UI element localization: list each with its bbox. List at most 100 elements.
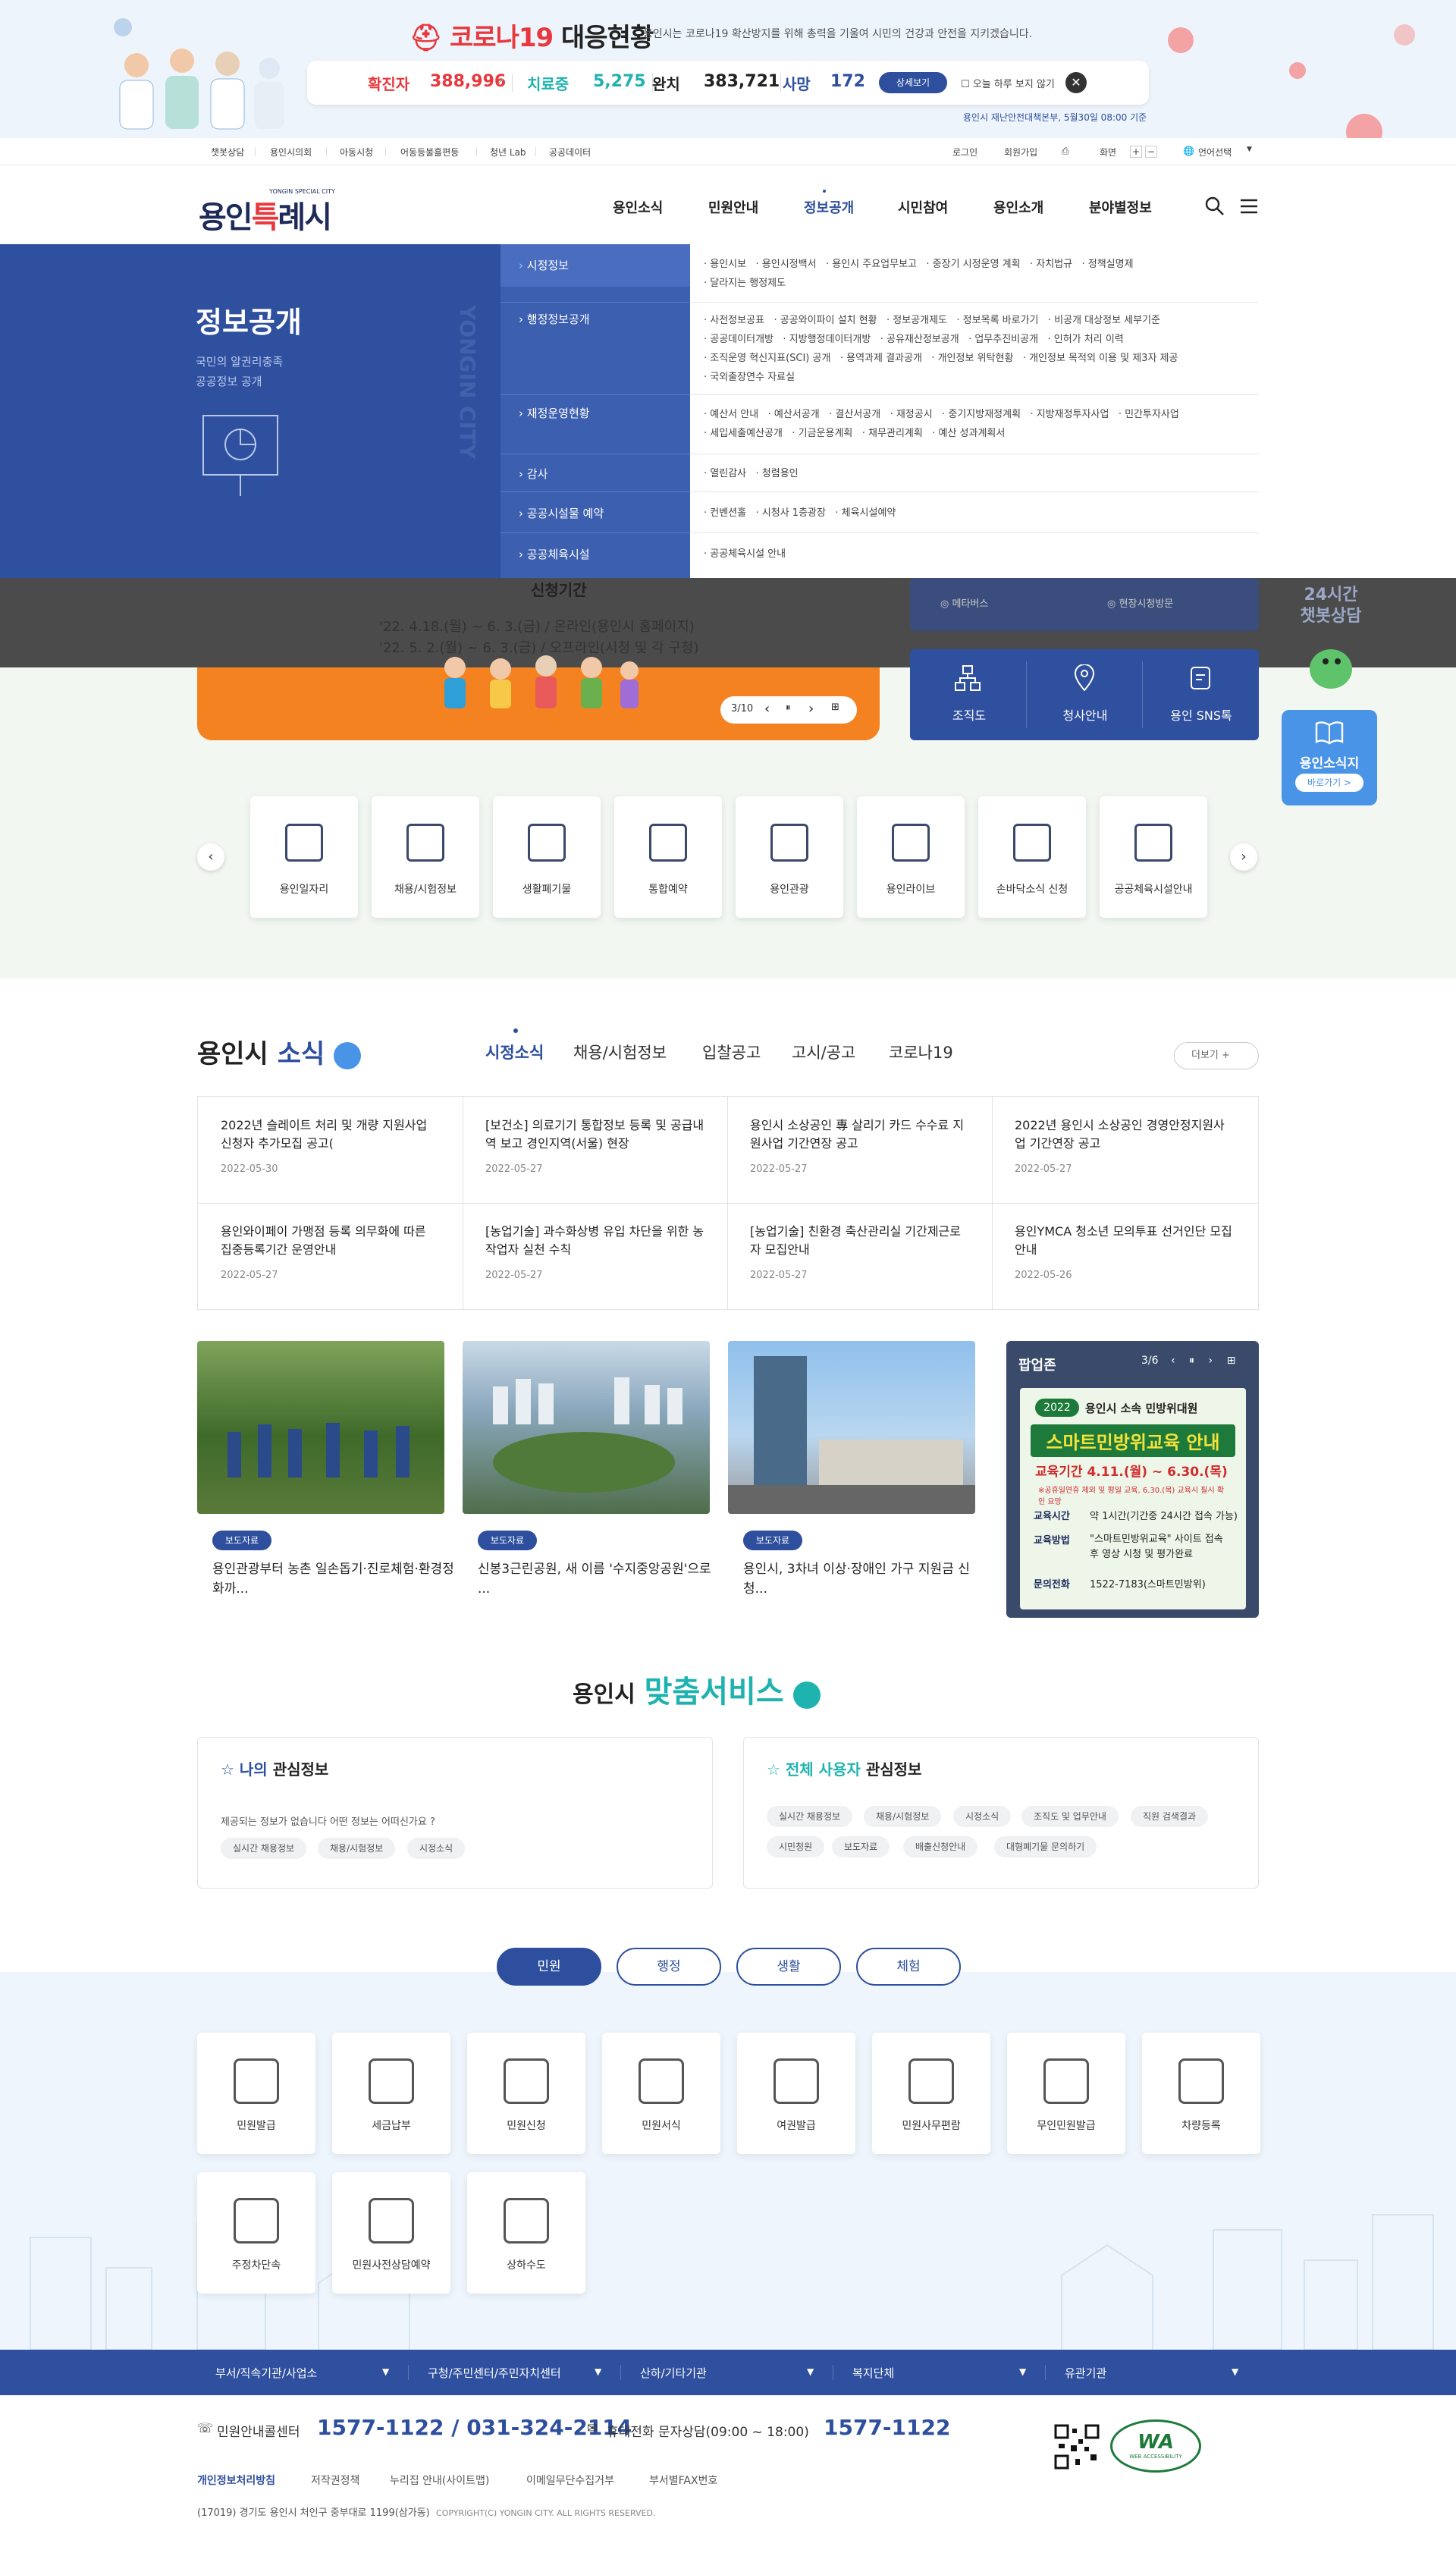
pause-icon[interactable]: ⏸ — [1189, 1355, 1194, 1367]
mega-item[interactable]: · 예산 성과계획서 — [932, 428, 1005, 439]
mega-item[interactable]: · 예산서 안내 — [704, 409, 758, 420]
service-item[interactable]: 민원사무편람 — [872, 2033, 990, 2154]
mega-item[interactable]: · 용역과제 결과공개 — [840, 353, 922, 364]
privacy-policy-link[interactable]: 개인정보처리방침 — [197, 2473, 275, 2488]
zoom-in-button[interactable]: + — [1130, 146, 1142, 158]
mega-cat-audit[interactable]: › 감사 — [500, 466, 690, 482]
mega-item[interactable]: · 청렴용인 — [756, 468, 799, 479]
mega-item[interactable]: · 비공개 대상정보 세부기준 — [1048, 315, 1160, 326]
all-view-icon[interactable]: ⊞ — [1227, 1355, 1236, 1367]
news-item[interactable]: 2022년 용인시 소상공인 경영안정지원사업 기간연장 공고 2022-05-2… — [992, 1097, 1258, 1204]
photo-caption[interactable]: 용인관광부터 농촌 일손돕기·진로체험·환경정화까... — [212, 1559, 460, 1599]
topbar-link-youth[interactable]: 청년 Lab — [490, 146, 526, 159]
service-card-sports[interactable]: 공공체육시설안내 — [1100, 796, 1207, 918]
interest-tag[interactable]: 시정소식 — [953, 1806, 1012, 1827]
news-tab-city[interactable]: 시정소식 — [485, 1041, 544, 1063]
chatbot-widget[interactable]: 24시간 챗봇상담 — [1289, 578, 1373, 692]
nav-about[interactable]: 용인소개 — [993, 197, 1043, 217]
mega-cat-admin-info[interactable]: › 행정정보공개 — [500, 311, 690, 327]
all-view-icon[interactable]: ⊞ — [831, 702, 839, 713]
mega-item[interactable]: · 공공와이파이 설치 현황 — [774, 315, 877, 326]
service-card-recruit[interactable]: 채용/시험정보 — [372, 796, 479, 918]
interest-tag[interactable]: 대형폐기물 문의하기 — [994, 1836, 1097, 1857]
mega-item[interactable]: · 컨벤션홀 — [704, 507, 746, 519]
news-tab-covid[interactable]: 코로나19 — [889, 1041, 953, 1063]
search-icon[interactable] — [1204, 196, 1225, 217]
topbar-link-chatbot[interactable]: 챗봇상담 — [211, 146, 244, 159]
metaverse-link[interactable]: ◎ 메타버스 — [940, 595, 988, 610]
photo-thumbnail[interactable] — [728, 1341, 975, 1514]
language-select[interactable]: 언어선택 — [1198, 146, 1232, 159]
service-card-waste[interactable]: 생활폐기물 — [493, 796, 601, 918]
service-item[interactable]: 차량등록 — [1142, 2033, 1260, 2154]
mega-item[interactable]: · 용인시 주요업무보고 — [826, 259, 917, 270]
topbar-link-equality[interactable]: 어동등불흘편등 — [400, 146, 459, 159]
mega-item[interactable]: · 기금운용계획 — [792, 428, 852, 439]
pause-icon[interactable]: ⏸ — [786, 702, 791, 714]
mega-item[interactable]: · 정보목록 바로가기 — [956, 315, 1038, 326]
detail-button[interactable]: 상세보기 — [879, 72, 947, 93]
next-arrow-button[interactable]: › — [1230, 843, 1257, 871]
news-more-button[interactable]: 더보기 + — [1174, 1042, 1259, 1069]
news-item[interactable]: 용인시 소상공인 專 살리기 카드 수수료 지원사업 기간연장 공고 2022-0… — [727, 1097, 993, 1204]
mega-item[interactable]: · 시청사 1층광장 — [756, 507, 826, 519]
mega-item[interactable]: · 개인정보 목적외 이용 및 제3자 제공 — [1023, 353, 1178, 364]
quick-link-sns[interactable]: 용인 SNS톡 — [1144, 705, 1258, 724]
login-link[interactable]: 로그인 — [952, 146, 977, 159]
service-item[interactable]: 민원사전상담예약 — [332, 2172, 450, 2294]
print-icon[interactable]: ⎙ — [1062, 146, 1069, 157]
mega-item[interactable]: · 지방행정데이터개방 — [783, 334, 871, 345]
news-tab-recruit[interactable]: 채용/시험정보 — [573, 1041, 667, 1063]
mega-item[interactable]: · 예산서공개 — [768, 409, 820, 420]
mega-item[interactable]: · 인허가 처리 이력 — [1047, 334, 1123, 345]
news-tab-notice[interactable]: 고시/공고 — [792, 1041, 855, 1063]
interest-tag[interactable]: 채용/시험정보 — [318, 1838, 396, 1859]
interest-tag[interactable]: 조직도 및 업무안내 — [1021, 1806, 1119, 1827]
mega-cat-reservation[interactable]: › 공공시설물 예약 — [500, 505, 690, 521]
nav-civil[interactable]: 민원안내 — [708, 197, 758, 217]
mega-item[interactable]: · 재정공시 — [890, 409, 933, 420]
interest-tag[interactable]: 직원 검색결과 — [1131, 1806, 1209, 1827]
service-item[interactable]: 상하수도 — [467, 2172, 585, 2294]
interest-tag[interactable]: 보도자료 — [832, 1836, 890, 1857]
news-item[interactable]: [농업기술] 과수화상병 유입 차단을 위한 농작업자 실천 수칙 2022-05… — [463, 1203, 728, 1310]
mega-item[interactable]: · 지방재정투자사업 — [1030, 409, 1109, 420]
mega-item[interactable]: · 조직운영 혁신지표(SCI) 공개 — [704, 353, 830, 364]
mega-item[interactable]: · 개인정보 위탁현황 — [931, 353, 1013, 364]
nav-info[interactable]: 정보공개 — [804, 197, 854, 217]
news-item[interactable]: 용인와이페이 가맹점 등록 의무화에 따른 집중등록기간 운영안내 2022-05… — [198, 1203, 463, 1310]
email-refusal-link[interactable]: 이메일무단수집거부 — [526, 2473, 614, 2488]
topbar-link-council[interactable]: 용인시의회 — [270, 146, 312, 159]
mega-item[interactable]: · 민간투자사업 — [1119, 409, 1179, 420]
site-visit-link[interactable]: ◎ 현장시청방문 — [1107, 595, 1173, 610]
nav-news[interactable]: 용인소식 — [613, 197, 663, 217]
mega-item[interactable]: · 업무추진비공개 — [968, 334, 1038, 345]
service-card-jobs[interactable]: 용인일자리 — [250, 796, 358, 918]
service-item[interactable]: 민원신청 — [467, 2033, 585, 2154]
news-item[interactable]: [농업기술] 친환경 축산관리실 기간제근로자 모집안내 2022-05-27 — [727, 1203, 993, 1310]
interest-tag[interactable]: 채용/시험정보 — [864, 1806, 942, 1827]
nav-field[interactable]: 분야별정보 — [1089, 197, 1152, 217]
newsletter-badge[interactable]: 용인소식지 바로가기 > — [1282, 710, 1377, 805]
photo-caption[interactable]: 용인시, 3차녀 이상·장애인 가구 지원금 신청... — [743, 1559, 990, 1599]
service-card-tour[interactable]: 용인관광 — [736, 796, 843, 918]
mega-item[interactable]: · 용인시보 — [704, 259, 746, 270]
interest-tag[interactable]: 실시간 채용정보 — [767, 1806, 853, 1827]
mega-item[interactable]: · 중장기 시정운영 계획 — [926, 259, 1020, 270]
mega-item[interactable]: · 중기지방재정계획 — [942, 409, 1021, 420]
quick-link-building[interactable]: 청사안내 — [1028, 705, 1142, 724]
hide-today-checkbox[interactable]: ☐ 오늘 하루 보지 않기 — [961, 76, 1055, 90]
footer-select-related[interactable]: 유관기관 — [1065, 2365, 1106, 2381]
interest-tag[interactable]: 시정소식 — [407, 1838, 466, 1859]
fax-link[interactable]: 부서별FAX번호 — [649, 2473, 717, 2488]
mega-item[interactable]: · 세입세출예산공개 — [704, 428, 783, 439]
news-tab-bid[interactable]: 입찰공고 — [702, 1041, 761, 1063]
photo-caption[interactable]: 신봉3근린공원, 새 이름 '수지중앙공원'으로 ... — [478, 1559, 725, 1599]
mega-cat-sports[interactable]: › 공공체육시설 — [500, 546, 690, 562]
mega-item[interactable]: · 열린감사 — [704, 468, 746, 479]
footer-select-welfare[interactable]: 복지단체 — [852, 2365, 894, 2381]
news-item[interactable]: 2022년 슬레이트 처리 및 개량 지원사업 신청자 추가모집 공고(2022… — [198, 1097, 463, 1204]
quick-link-org[interactable]: 조직도 — [912, 705, 1026, 724]
topbar-link-kids[interactable]: 아동시청 — [340, 146, 373, 159]
mega-item[interactable]: · 국외출장연수 자료실 — [704, 372, 795, 383]
